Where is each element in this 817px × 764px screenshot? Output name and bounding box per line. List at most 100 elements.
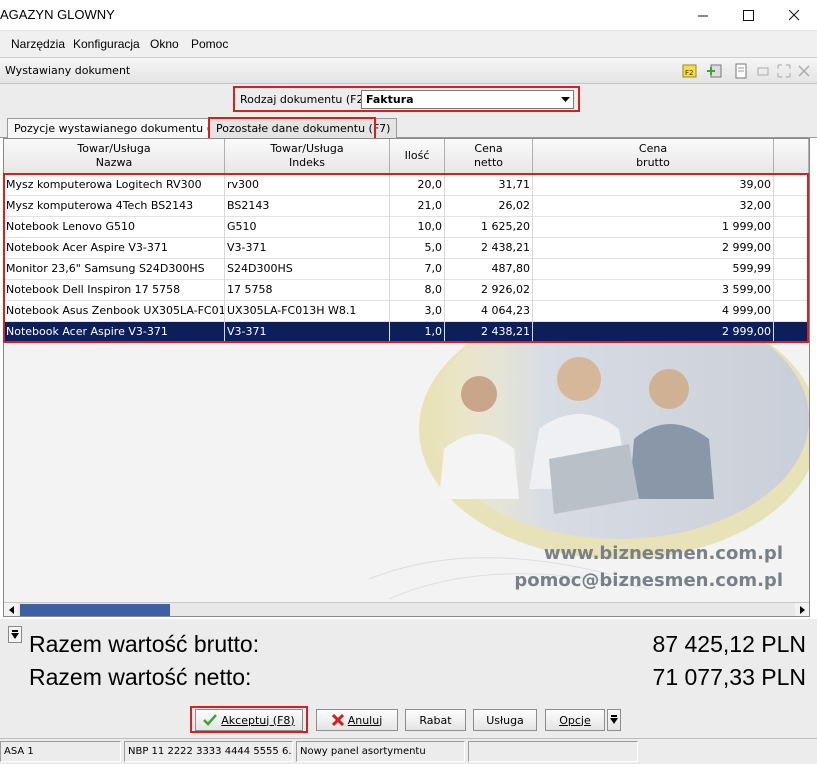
close-panel-icon[interactable] <box>796 63 812 79</box>
col-header-net[interactable]: Cena netto <box>445 139 533 175</box>
cell-gross[interactable]: 39,00 <box>533 175 774 196</box>
totals-panel: Razem wartość brutto: 87 425,12 PLN Raze… <box>0 619 817 704</box>
discount-button[interactable]: Rabat <box>405 709 466 731</box>
cell-gross[interactable]: 32,00 <box>533 196 774 217</box>
status-panel-info: Nowy panel asortymentu <box>296 741 465 762</box>
minimize-button[interactable] <box>680 0 726 31</box>
cell-index[interactable]: BS2143 <box>225 196 390 217</box>
menu-konfiguracja[interactable]: Konfiguracja <box>73 37 140 51</box>
table-row[interactable]: Mysz komputerowa Logitech RV300 rv300 20,0… <box>4 175 809 196</box>
horizontal-scrollbar[interactable] <box>4 602 809 616</box>
cell-index[interactable]: 17 5758 <box>225 280 390 301</box>
office-people-image <box>368 339 809 600</box>
cell-gross[interactable]: 1 999,00 <box>533 217 774 238</box>
cell-name[interactable]: Mysz komputerowa 4Tech BS2143 <box>4 196 225 217</box>
cell-net[interactable]: 487,80 <box>445 259 533 280</box>
cell-qty[interactable]: 10,0 <box>390 217 445 238</box>
restore-panel-icon[interactable] <box>755 63 771 79</box>
col-header-index[interactable]: Towar/Usługa Indeks <box>225 139 390 175</box>
chevron-down-icon <box>557 91 573 108</box>
service-button[interactable]: Usługa <box>473 709 537 731</box>
cell-qty[interactable]: 20,0 <box>390 175 445 196</box>
menu-narzedzia[interactable]: Narzędzia <box>11 37 65 51</box>
col-header-qty[interactable]: Ilość <box>390 139 445 175</box>
add-item-icon[interactable] <box>706 63 722 79</box>
cell-net[interactable]: 2 926,02 <box>445 280 533 301</box>
checkmark-icon <box>203 714 218 726</box>
window-title: AGAZYN GLOWNY <box>0 7 115 22</box>
accept-button[interactable]: Akceptuj (F8) <box>195 709 303 731</box>
menu-okno[interactable]: Okno <box>150 37 179 51</box>
table-row[interactable]: Notebook Asus Zenbook UX305LA-FC013H WUX… <box>4 301 809 322</box>
cell-qty[interactable]: 8,0 <box>390 280 445 301</box>
cell-net[interactable]: 31,71 <box>445 175 533 196</box>
close-button[interactable] <box>771 0 817 31</box>
table-row[interactable]: Mysz komputerowa 4Tech BS2143 BS2143 21,0 2… <box>4 196 809 217</box>
status-company: ASA 1 <box>0 741 121 762</box>
scrollbar-thumb[interactable] <box>20 604 170 616</box>
col-header-gross[interactable]: Cena brutto <box>533 139 774 175</box>
total-gross-label: Razem wartość brutto: <box>29 631 260 657</box>
cell-index[interactable]: V3-371 <box>225 238 390 259</box>
cell-index[interactable]: rv300 <box>225 175 390 196</box>
maximize-button[interactable] <box>725 0 771 31</box>
tab-other-data[interactable]: Pozostałe dane dokumentu (F7) <box>209 118 398 138</box>
cell-name[interactable]: Notebook Asus Zenbook UX305LA-FC013H W <box>4 301 225 322</box>
f2-icon[interactable]: F2 <box>682 63 698 79</box>
cell-qty[interactable]: 21,0 <box>390 196 445 217</box>
cell-gross[interactable]: 4 999,00 <box>533 301 774 322</box>
total-net-label: Razem wartość netto: <box>29 664 252 690</box>
options-button[interactable]: Opcje <box>545 709 605 731</box>
cell-net[interactable]: 4 064,23 <box>445 301 533 322</box>
cell-qty[interactable]: 7,0 <box>390 259 445 280</box>
status-empty <box>468 741 638 762</box>
cell-name[interactable]: Notebook Acer Aspire V3-371 <box>4 322 225 343</box>
menu-pomoc[interactable]: Pomoc <box>191 37 228 51</box>
cell-gross[interactable]: 2 999,00 <box>533 322 774 343</box>
cell-qty[interactable]: 3,0 <box>390 301 445 322</box>
panel-title: Wystawiany dokument <box>5 64 131 77</box>
cell-net[interactable]: 2 438,21 <box>445 322 533 343</box>
table-row[interactable]: Notebook Dell Inspiron 17 5758 17 5758 8,0… <box>4 280 809 301</box>
cell-name[interactable]: Mysz komputerowa Logitech RV300 <box>4 175 225 196</box>
status-bank-account: NBP 11 2222 3333 4444 5555 6... <box>124 741 293 762</box>
cell-index[interactable]: S24D300HS <box>225 259 390 280</box>
table-row[interactable]: Notebook Acer Aspire V3-371 V3-371 5,0 2 43… <box>4 238 809 259</box>
cell-name[interactable]: Monitor 23,6" Samsung S24D300HS <box>4 259 225 280</box>
cell-name[interactable]: Notebook Acer Aspire V3-371 <box>4 238 225 259</box>
scroll-left-icon[interactable] <box>4 603 18 616</box>
cell-net[interactable]: 26,02 <box>445 196 533 217</box>
expand-icon[interactable] <box>776 63 792 79</box>
cell-index[interactable]: V3-371 <box>225 322 390 343</box>
cell-index[interactable]: UX305LA-FC013H W8.1 <box>225 301 390 322</box>
close-icon <box>788 10 799 21</box>
options-dropdown-button[interactable] <box>607 709 621 731</box>
cell-qty[interactable]: 5,0 <box>390 238 445 259</box>
cell-gross[interactable]: 3 599,00 <box>533 280 774 301</box>
cell-qty[interactable]: 1,0 <box>390 322 445 343</box>
panel-header: Wystawiany dokument F2 <box>0 58 817 84</box>
document-type-select[interactable]: Faktura <box>361 90 574 109</box>
table-row[interactable]: Notebook Lenovo G510 G510 10,0 1 625,20 1 99… <box>4 217 809 238</box>
items-grid: Towar/Usługa Nazwa Towar/Usługa Indeks Ilo… <box>3 138 810 617</box>
cell-index[interactable]: G510 <box>225 217 390 238</box>
cell-name[interactable]: Notebook Lenovo G510 <box>4 217 225 238</box>
minimize-icon <box>697 15 708 17</box>
scroll-right-icon[interactable] <box>795 603 809 616</box>
collapse-totals-button[interactable] <box>8 626 22 643</box>
total-gross-value: 87 425,12 PLN <box>652 631 806 657</box>
document-type-label: Rodzaj dokumentu (F2): <box>240 93 372 106</box>
cell-net[interactable]: 1 625,20 <box>445 217 533 238</box>
cell-gross[interactable]: 2 999,00 <box>533 238 774 259</box>
title-bar: AGAZYN GLOWNY <box>0 0 817 31</box>
cell-name[interactable]: Notebook Dell Inspiron 17 5758 <box>4 280 225 301</box>
cancel-button[interactable]: Anuluj <box>316 709 398 731</box>
document-icon[interactable] <box>733 63 749 79</box>
col-header-name[interactable]: Towar/Usługa Nazwa <box>4 139 225 175</box>
table-row[interactable]: Notebook Acer Aspire V3-371 V3-371 1,0 2 43… <box>4 322 809 343</box>
tab-document-items[interactable]: Pozycje wystawianego dokumentu (F6) <box>7 118 236 138</box>
arrow-down-icon <box>11 629 19 639</box>
cell-net[interactable]: 2 438,21 <box>445 238 533 259</box>
table-row[interactable]: Monitor 23,6" Samsung S24D300HS S24D300HS… <box>4 259 809 280</box>
cell-gross[interactable]: 599,99 <box>533 259 774 280</box>
